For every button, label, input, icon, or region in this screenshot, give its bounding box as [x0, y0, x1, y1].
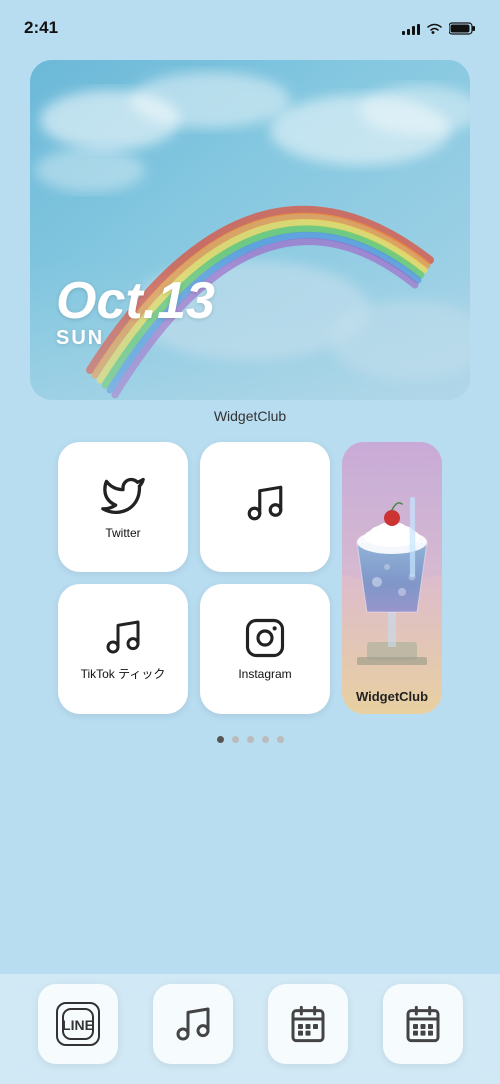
calendar2-dock-icon[interactable]	[383, 984, 463, 1064]
calendar1-icon	[288, 1004, 328, 1044]
tiktok-icon	[103, 617, 143, 657]
widget-date-text: Oct.13	[56, 275, 215, 327]
battery-icon	[449, 22, 476, 35]
page-dot-5	[277, 736, 284, 743]
page-dot-4	[262, 736, 269, 743]
line-icon-shape: LINE	[56, 1002, 100, 1046]
instagram-icon	[244, 617, 286, 659]
small-widget-label: WidgetClub	[342, 689, 442, 704]
small-widget[interactable]: WidgetClub	[342, 442, 442, 714]
page-dots	[0, 736, 500, 743]
drink-svg	[342, 442, 442, 714]
music-app-icon[interactable]	[200, 442, 330, 572]
status-icons	[402, 21, 476, 35]
instagram-app-icon[interactable]: Instagram	[200, 584, 330, 714]
widget-area: Oct.13 SUN WidgetClub Twitter	[0, 44, 500, 714]
signal-icon	[402, 21, 420, 35]
app-grid: Twitter	[30, 424, 470, 714]
wifi-icon	[426, 22, 443, 35]
line-dock-icon[interactable]: LINE	[38, 984, 118, 1064]
page-dot-2	[232, 736, 239, 743]
status-bar: 2:41	[0, 0, 500, 44]
music-note-icon	[244, 482, 286, 524]
page-dot-1	[217, 736, 224, 743]
calendar2-icon	[403, 1004, 443, 1044]
music-dock-icon-svg	[173, 1004, 213, 1044]
dock: LINE	[0, 974, 500, 1084]
music-dock-icon[interactable]	[153, 984, 233, 1064]
big-widget[interactable]: Oct.13 SUN	[30, 60, 470, 400]
instagram-label: Instagram	[238, 667, 291, 681]
widget-club-label: WidgetClub	[30, 408, 470, 424]
status-time: 2:41	[24, 18, 58, 38]
line-svg: LINE	[60, 1006, 96, 1042]
twitter-app-icon[interactable]: Twitter	[58, 442, 188, 572]
widget-date: Oct.13 SUN	[56, 275, 215, 350]
svg-text:LINE: LINE	[62, 1017, 94, 1033]
calendar1-dock-icon[interactable]	[268, 984, 348, 1064]
tiktok-app-icon[interactable]: TikTok ティック	[58, 584, 188, 714]
page-dot-3	[247, 736, 254, 743]
twitter-label: Twitter	[105, 526, 140, 540]
tiktok-label: TikTok ティック	[81, 665, 166, 682]
widget-date-day: SUN	[56, 327, 215, 350]
twitter-bird-icon	[101, 474, 145, 518]
